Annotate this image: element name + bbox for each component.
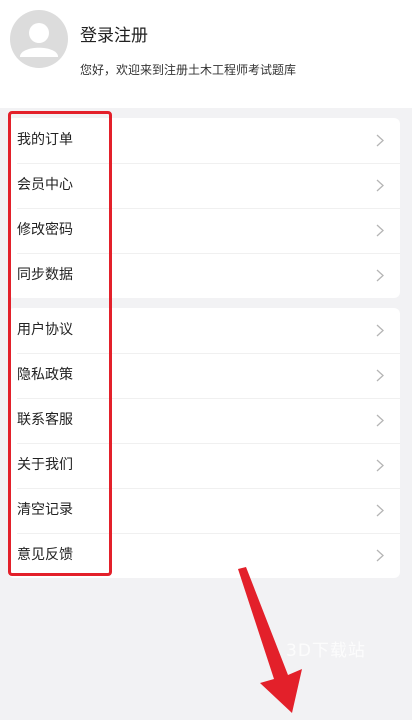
menu-item-orders[interactable]: 我的订单 [8, 118, 400, 163]
chevron-right-icon [376, 324, 384, 337]
chevron-right-icon [376, 369, 384, 382]
menu-item-sync-data[interactable]: 同步数据 [8, 253, 400, 298]
menu-item-feedback[interactable]: 意见反馈 [8, 533, 400, 578]
menu-item-clear-records[interactable]: 清空记录 [8, 488, 400, 533]
menu-item-label: 清空记录 [17, 502, 73, 518]
menu-item-change-password[interactable]: 修改密码 [8, 208, 400, 253]
menu-item-privacy-policy[interactable]: 隐私政策 [8, 353, 400, 398]
menu-item-about-us[interactable]: 关于我们 [8, 443, 400, 488]
chevron-right-icon [376, 549, 384, 562]
menu-item-label: 联系客服 [17, 412, 73, 428]
chevron-right-icon [376, 269, 384, 282]
welcome-text: 您好，欢迎来到注册土木工程师考试题库 [80, 63, 297, 77]
menu-item-membership[interactable]: 会员中心 [8, 163, 400, 208]
menu-item-label: 同步数据 [17, 267, 73, 283]
menu-item-label: 会员中心 [17, 177, 73, 193]
chevron-right-icon [376, 224, 384, 237]
menu-item-label: 用户协议 [17, 322, 73, 338]
menu-item-label: 修改密码 [17, 222, 73, 238]
menu-item-label: 关于我们 [17, 457, 73, 473]
menu-card-about: 用户协议 隐私政策 联系客服 关于我们 清空记录 意见反馈 [8, 308, 400, 578]
chevron-right-icon [376, 414, 384, 427]
menu-item-label: 我的订单 [17, 132, 73, 148]
chevron-right-icon [376, 459, 384, 472]
menu-card-account: 我的订单 会员中心 修改密码 同步数据 [8, 118, 400, 298]
avatar-icon[interactable] [10, 10, 68, 68]
menu-item-contact-support[interactable]: 联系客服 [8, 398, 400, 443]
menu-item-label: 意见反馈 [17, 547, 73, 563]
chevron-right-icon [376, 179, 384, 192]
menu-item-label: 隐私政策 [17, 367, 73, 383]
login-register-link[interactable]: 登录注册 [80, 21, 148, 46]
chevron-right-icon [376, 134, 384, 147]
watermark-text: 3D下载站 [286, 641, 366, 661]
chevron-right-icon [376, 504, 384, 517]
menu-item-user-agreement[interactable]: 用户协议 [8, 308, 400, 353]
profile-header: 登录注册 您好，欢迎来到注册土木工程师考试题库 [0, 0, 412, 108]
